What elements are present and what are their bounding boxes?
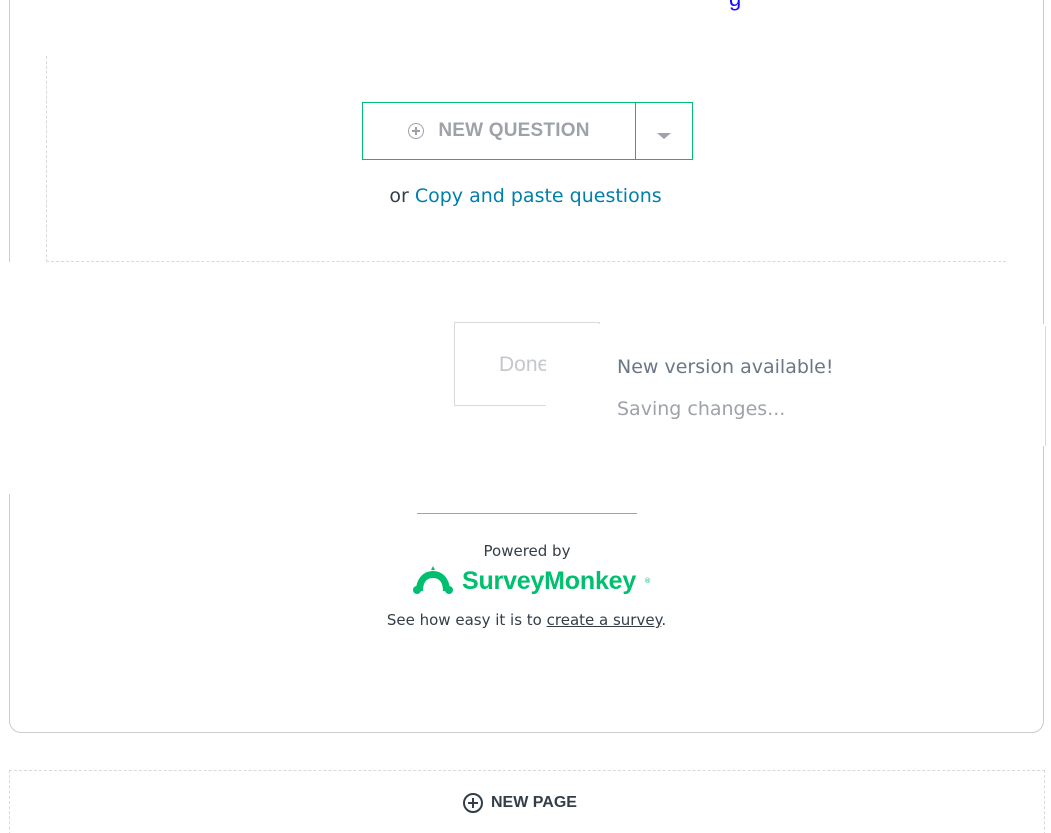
create-survey-tagline: See how easy it is to create a survey.	[0, 611, 1051, 629]
copy-paste-row: or Copy and paste questions	[0, 185, 1051, 207]
tagline-suffix: .	[661, 611, 667, 629]
done-button-label: Done	[499, 353, 550, 376]
tagline-prefix: See how easy it is to	[386, 611, 542, 629]
new-question-button[interactable]: NEW QUESTION	[362, 102, 636, 160]
plus-circle-icon	[408, 123, 425, 139]
surveymonkey-logo-icon	[413, 566, 453, 594]
caret-down-icon	[657, 133, 671, 139]
top-link-fragment[interactable]: g	[729, 0, 741, 12]
footer-divider	[417, 513, 637, 514]
surveymonkey-wordmark: SurveyMonkey	[462, 566, 637, 595]
question-type-dropdown-button[interactable]	[635, 102, 693, 160]
plus-circle-icon	[463, 793, 483, 813]
new-question-label: NEW QUESTION	[438, 120, 590, 141]
powered-by-text: Powered by	[483, 542, 571, 560]
new-version-notice[interactable]: New version available!	[617, 354, 834, 374]
notification-panel-edge	[1045, 326, 1046, 446]
new-page-button[interactable]: NEW PAGE	[463, 793, 577, 813]
card-edge-gap	[9, 262, 11, 494]
surveymonkey-logo[interactable]: SurveyMonkey ®	[412, 566, 651, 596]
notification-panel	[546, 324, 1051, 446]
copy-prefix: or	[389, 185, 409, 207]
registered-mark: ®	[644, 577, 652, 585]
copy-paste-questions-link[interactable]: Copy and paste questions	[415, 185, 662, 207]
new-page-label: NEW PAGE	[491, 794, 577, 811]
saving-status: Saving changes...	[617, 398, 786, 420]
create-survey-link[interactable]: create a survey	[547, 611, 662, 629]
